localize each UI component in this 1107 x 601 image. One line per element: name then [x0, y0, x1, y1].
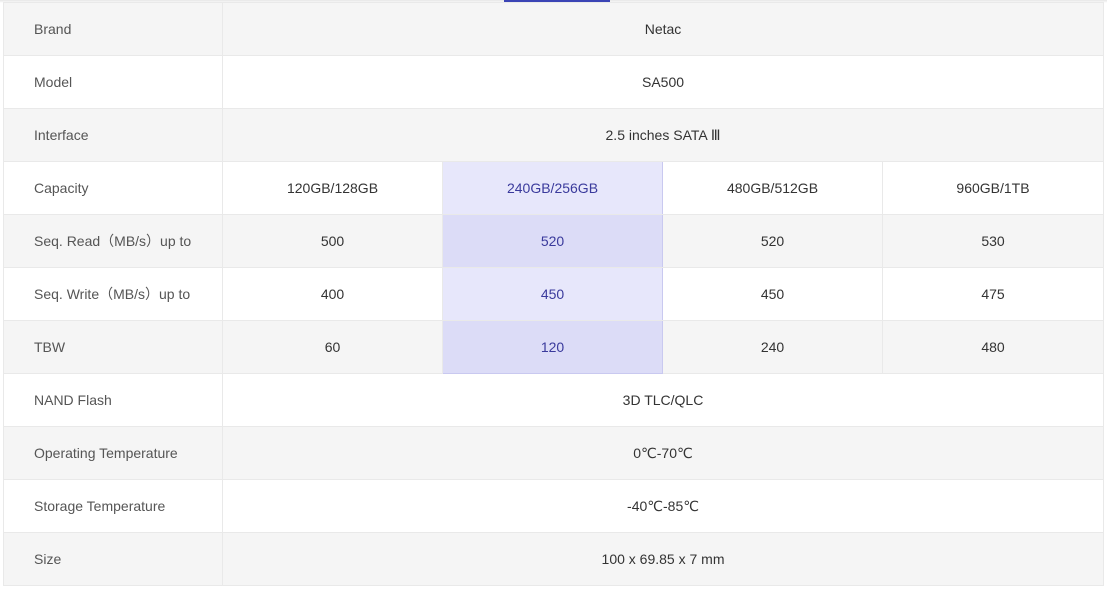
spec-label: Seq. Read（MB/s）up to	[3, 214, 223, 268]
spec-value-cell: 240	[662, 320, 883, 374]
spec-label: Interface	[3, 108, 223, 162]
spec-value-cell: 500	[222, 214, 443, 268]
spec-value-cell: 400	[222, 267, 443, 321]
spec-page: Brand Netac Model SA500 Interface 2.5 in…	[0, 0, 1107, 601]
spec-label: Capacity	[3, 161, 223, 215]
spec-value: -40℃-85℃	[221, 479, 1105, 533]
spec-row-model: Model SA500	[3, 55, 1105, 109]
spec-row-operating-temperature: Operating Temperature 0℃-70℃	[3, 426, 1105, 480]
capacity-option-cell[interactable]: 480GB/512GB	[662, 161, 883, 215]
spec-row-seq-write: Seq. Write（MB/s）up to 400 450 450 475	[3, 267, 1105, 321]
spec-row-interface: Interface 2.5 inches SATA Ⅲ	[3, 108, 1105, 162]
spec-value-cell: 530	[881, 214, 1105, 268]
spec-table: Brand Netac Model SA500 Interface 2.5 in…	[3, 2, 1105, 586]
spec-row-capacity: Capacity 120GB/128GB 240GB/256GB 480GB/5…	[3, 161, 1105, 215]
spec-row-nand-flash: NAND Flash 3D TLC/QLC	[3, 373, 1105, 427]
spec-row-seq-read: Seq. Read（MB/s）up to 500 520 520 530	[3, 214, 1105, 268]
spec-value-cell: 480	[881, 320, 1105, 374]
spec-label: Storage Temperature	[3, 479, 223, 533]
spec-value: 2.5 inches SATA Ⅲ	[221, 108, 1105, 162]
spec-label: TBW	[3, 320, 223, 374]
spec-value-cell: 60	[222, 320, 443, 374]
spec-row-storage-temperature: Storage Temperature -40℃-85℃	[3, 479, 1105, 533]
capacity-option-cell-selected[interactable]: 240GB/256GB	[442, 161, 663, 215]
spec-value-cell: 475	[881, 267, 1105, 321]
spec-label: Brand	[3, 2, 223, 56]
spec-value: Netac	[221, 2, 1105, 56]
spec-label: NAND Flash	[3, 373, 223, 427]
spec-row-size: Size 100 x 69.85 x 7 mm	[3, 532, 1105, 586]
spec-row-brand: Brand Netac	[3, 2, 1105, 56]
spec-label: Model	[3, 55, 223, 109]
spec-value-cell-highlighted: 120	[442, 320, 663, 374]
spec-label: Seq. Write（MB/s）up to	[3, 267, 223, 321]
spec-value: SA500	[221, 55, 1105, 109]
spec-value-cell: 450	[662, 267, 883, 321]
spec-value: 100 x 69.85 x 7 mm	[221, 532, 1105, 586]
spec-value: 3D TLC/QLC	[221, 373, 1105, 427]
spec-value-cell-highlighted: 450	[442, 267, 663, 321]
spec-value-cell-highlighted: 520	[442, 214, 663, 268]
capacity-option-cell[interactable]: 960GB/1TB	[881, 161, 1105, 215]
spec-label: Size	[3, 532, 223, 586]
spec-label: Operating Temperature	[3, 426, 223, 480]
spec-value: 0℃-70℃	[221, 426, 1105, 480]
spec-value-cell: 520	[662, 214, 883, 268]
capacity-option-cell[interactable]: 120GB/128GB	[222, 161, 443, 215]
spec-row-tbw: TBW 60 120 240 480	[3, 320, 1105, 374]
